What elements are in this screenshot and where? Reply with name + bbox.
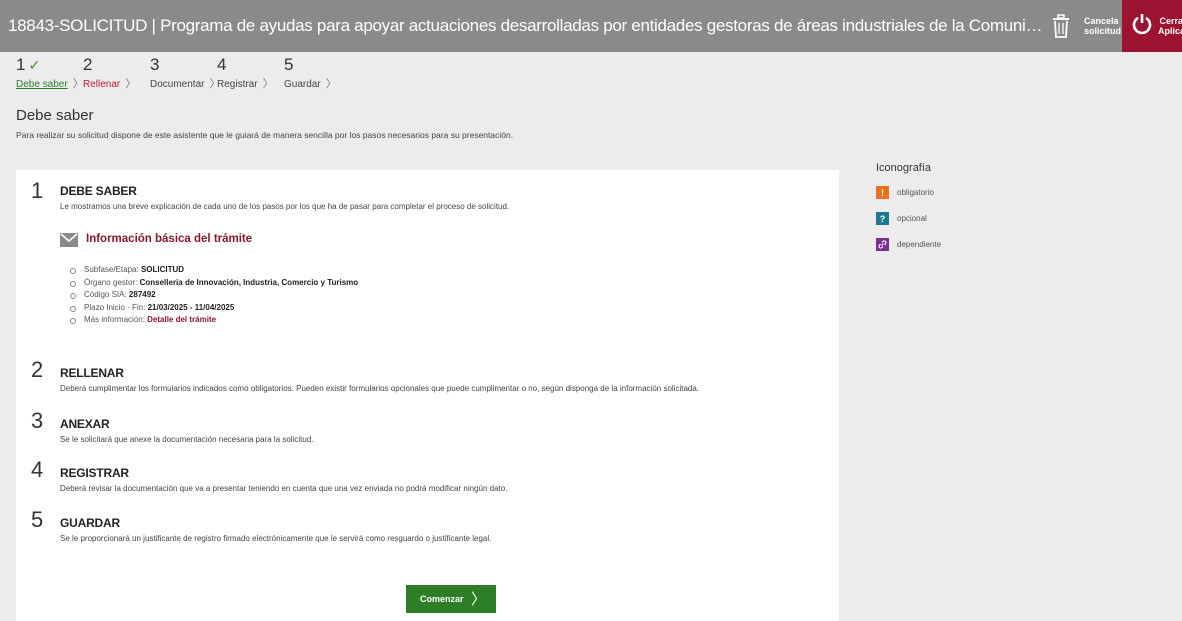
- section-number: 1: [31, 178, 44, 203]
- section-number: 4: [31, 457, 44, 482]
- page-title: Debe saber: [16, 107, 94, 124]
- app-header: 18843-SOLICITUD | Programa de ayudas par…: [0, 0, 1182, 52]
- basic-info-title: Información básica del trámite: [86, 233, 253, 245]
- power-icon: [1132, 13, 1152, 40]
- cancel-request-label: Cancela solicitud: [1084, 16, 1122, 36]
- wizard-steps: 1 ✓ Debe saber 〉 2 Rellenar 〉 3 Documentar 〉…: [16, 54, 351, 98]
- step-number: 1: [16, 55, 26, 74]
- step-debe-saber[interactable]: 1 ✓ Debe saber 〉: [16, 54, 84, 98]
- step-guardar[interactable]: 5 Guardar 〉: [284, 54, 351, 98]
- step-rellenar[interactable]: 2 Rellenar 〉: [83, 54, 150, 98]
- legend-item-dependent: dependiente: [876, 233, 1026, 256]
- legend-item-optional: ? opcional: [876, 207, 1026, 230]
- section-heading: DEBE SABER: [60, 184, 137, 198]
- section-heading: GUARDAR: [60, 516, 120, 530]
- section-heading: RELLENAR: [60, 366, 124, 380]
- close-app-button[interactable]: Cerrar Aplicación: [1122, 0, 1182, 52]
- iconography-legend: Iconografía ! obligatorio ? opcional dep…: [876, 158, 1026, 256]
- step-number: 2: [83, 55, 93, 74]
- section-number: 3: [31, 408, 44, 433]
- section-heading: REGISTRAR: [60, 466, 129, 480]
- step-number: 3: [150, 55, 160, 74]
- check-icon: ✓: [28, 57, 41, 73]
- step-number: 5: [284, 55, 294, 74]
- step-label: Debe saber: [16, 79, 68, 90]
- step-label: Registrar: [217, 79, 258, 90]
- start-button[interactable]: Comenzar 〉: [406, 585, 496, 613]
- close-app-label: Cerrar Aplicación: [1158, 16, 1182, 36]
- page-subtitle: Para realizar su solicitud dispone de es…: [16, 130, 514, 140]
- section-heading: ANEXAR: [60, 417, 110, 431]
- trash-icon: [1052, 14, 1070, 38]
- step-documentar[interactable]: 3 Documentar 〉: [150, 54, 220, 98]
- instructions-card: 1 DEBE SABER Le mostramos una breve expl…: [16, 170, 839, 621]
- step-label: Rellenar: [83, 79, 121, 90]
- step-label: Guardar: [284, 79, 321, 90]
- section-description: Se le solicitará que anexe la documentac…: [60, 435, 314, 444]
- basic-info-list: Subfase/Etapa: SOLICITUD Órgano gestor: …: [68, 264, 358, 327]
- section-description: Deberá revisar la documentación que va a…: [60, 484, 508, 493]
- procedure-detail-link[interactable]: Detalle del trámite: [147, 315, 216, 324]
- list-item: Subfase/Etapa: SOLICITUD: [68, 264, 358, 277]
- list-item: Plazo Inicio - Fin: 21/03/2025 - 11/04/2…: [68, 302, 358, 315]
- legend-label: obligatorio: [897, 188, 934, 197]
- legend-label: opcional: [897, 214, 927, 223]
- legend-item-required: ! obligatorio: [876, 181, 1026, 204]
- envelope-icon: [60, 233, 78, 247]
- legend-label: dependiente: [897, 240, 942, 249]
- list-item: Código SIA: 287492: [68, 289, 358, 302]
- link-icon: [876, 238, 889, 251]
- section-number: 5: [31, 507, 44, 532]
- chevron-right-icon: 〉: [262, 78, 274, 90]
- cancel-request-button[interactable]: Cancela solicitud: [1044, 0, 1122, 52]
- chevron-right-icon: 〉: [125, 78, 137, 90]
- chevron-right-icon: 〉: [470, 591, 486, 608]
- section-description: Deberá cumplimentar los formularios indi…: [60, 384, 700, 393]
- step-registrar[interactable]: 4 Registrar 〉: [217, 54, 284, 98]
- section-description: Se le proporcionará un justificante de r…: [60, 534, 492, 543]
- start-button-label: Comenzar: [420, 594, 464, 604]
- list-item: Más información: Detalle del trámite: [68, 314, 358, 327]
- chevron-right-icon: 〉: [325, 78, 337, 90]
- required-icon: !: [876, 186, 889, 199]
- list-item: Órgano gestor: Conselleria de Innovación…: [68, 277, 358, 290]
- optional-icon: ?: [876, 212, 889, 225]
- step-label: Documentar: [150, 79, 205, 90]
- section-description: Le mostramos una breve explicación de ca…: [60, 202, 510, 211]
- section-number: 2: [31, 357, 44, 382]
- page-header-title: 18843-SOLICITUD | Programa de ayudas par…: [8, 16, 1043, 35]
- legend-title: Iconografía: [876, 162, 932, 174]
- step-number: 4: [217, 55, 227, 74]
